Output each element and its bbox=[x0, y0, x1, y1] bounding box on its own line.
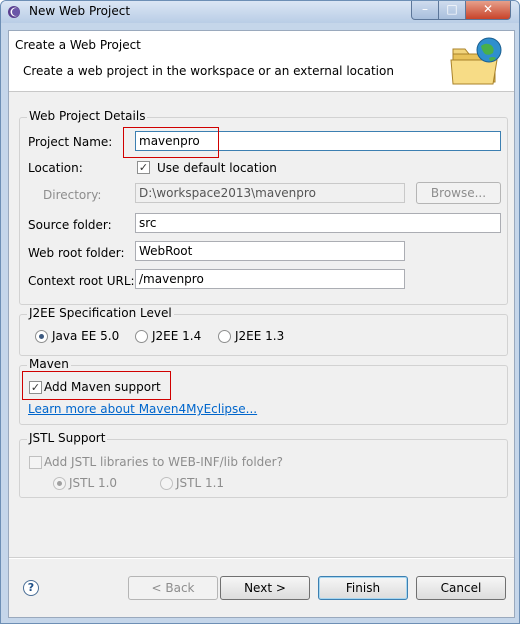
radio-label-j2ee-1-3[interactable]: J2EE 1.3 bbox=[235, 329, 284, 343]
close-button[interactable]: ✕ bbox=[465, 1, 511, 20]
add-maven-support-label[interactable]: Add Maven support bbox=[44, 380, 161, 394]
project-name-label: Project Name: bbox=[28, 135, 113, 149]
browse-button[interactable]: Browse... bbox=[416, 182, 501, 204]
radio-selected-dot bbox=[39, 334, 44, 339]
project-name-input[interactable]: mavenpro bbox=[135, 131, 501, 151]
radio-j2ee-1-4[interactable] bbox=[135, 330, 148, 343]
context-root-url-label: Context root URL: bbox=[28, 274, 135, 288]
minimize-button[interactable]: – bbox=[411, 1, 439, 20]
group-label-jstl: JSTL Support bbox=[27, 431, 108, 445]
header-description: Create a web project in the workspace or… bbox=[23, 64, 394, 78]
header-title: Create a Web Project bbox=[15, 38, 141, 52]
folder-globe-icon bbox=[450, 37, 502, 85]
radio-jstl-1-1[interactable] bbox=[160, 477, 173, 490]
radio-label-jstl-1-1[interactable]: JSTL 1.1 bbox=[176, 476, 224, 490]
cancel-button[interactable]: Cancel bbox=[416, 576, 506, 600]
maximize-button[interactable]: □ bbox=[438, 1, 466, 20]
radio-j2ee-1-3[interactable] bbox=[218, 330, 231, 343]
add-jstl-libraries-checkbox[interactable] bbox=[29, 456, 42, 469]
group-label-web-project-details: Web Project Details bbox=[27, 109, 148, 123]
location-label: Location: bbox=[28, 161, 83, 175]
dialog-window: New Web Project – □ ✕ Create a Web Proje… bbox=[0, 0, 520, 624]
maven-group: Maven bbox=[19, 357, 508, 425]
eclipse-icon bbox=[8, 6, 20, 18]
add-jstl-libraries-label[interactable]: Add JSTL libraries to WEB-INF/lib folder… bbox=[44, 455, 283, 469]
window-title: New Web Project bbox=[29, 4, 131, 18]
wizard-header: Create a Web Project Create a web projec… bbox=[9, 31, 514, 92]
footer-separator bbox=[9, 557, 514, 559]
radio-java-ee-5[interactable] bbox=[35, 330, 48, 343]
learn-more-maven-link[interactable]: Learn more about Maven4MyEclipse... bbox=[28, 402, 257, 416]
finish-button[interactable]: Finish bbox=[318, 576, 408, 600]
dialog-client-area: Create a Web Project Create a web projec… bbox=[8, 30, 515, 618]
context-root-url-input[interactable]: /mavenpro bbox=[135, 269, 405, 289]
radio-label-j2ee-1-4[interactable]: J2EE 1.4 bbox=[152, 329, 201, 343]
use-default-location-checkbox[interactable]: ✓ bbox=[137, 161, 150, 174]
help-icon[interactable]: ? bbox=[23, 580, 39, 596]
back-button[interactable]: < Back bbox=[128, 576, 218, 600]
source-folder-input[interactable]: src bbox=[135, 213, 501, 233]
radio-selected-dot bbox=[57, 481, 62, 486]
title-bar[interactable]: New Web Project – □ ✕ bbox=[1, 1, 519, 23]
source-folder-label: Source folder: bbox=[28, 218, 112, 232]
group-label-j2ee: J2EE Specification Level bbox=[27, 306, 174, 320]
radio-label-jstl-1-0[interactable]: JSTL 1.0 bbox=[69, 476, 117, 490]
next-button[interactable]: Next > bbox=[220, 576, 310, 600]
radio-label-java-ee-5[interactable]: Java EE 5.0 bbox=[52, 329, 119, 343]
web-root-folder-input[interactable]: WebRoot bbox=[135, 241, 405, 261]
add-maven-support-checkbox[interactable]: ✓ bbox=[29, 381, 42, 394]
use-default-location-label[interactable]: Use default location bbox=[157, 161, 277, 175]
group-label-maven: Maven bbox=[27, 357, 71, 371]
directory-label: Directory: bbox=[43, 188, 102, 202]
radio-jstl-1-0[interactable] bbox=[53, 477, 66, 490]
directory-input[interactable]: D:\workspace2013\mavenpro bbox=[135, 183, 405, 203]
web-root-folder-label: Web root folder: bbox=[28, 246, 125, 260]
